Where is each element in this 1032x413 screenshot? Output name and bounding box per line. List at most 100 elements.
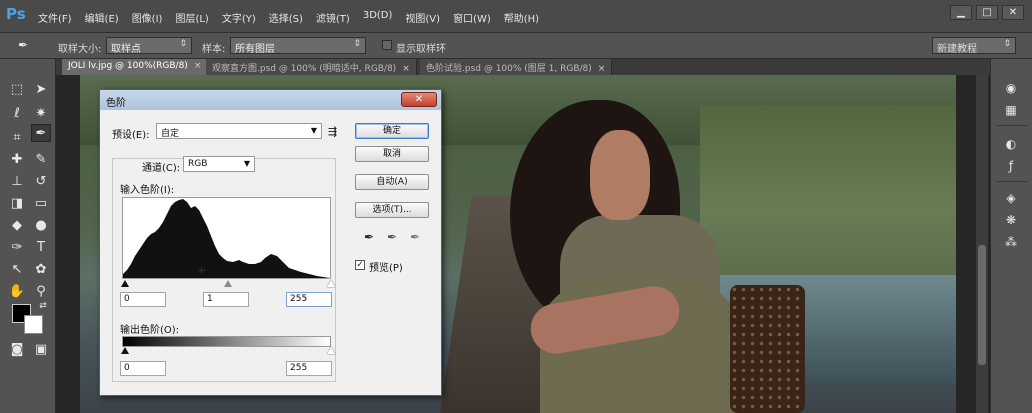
auto-button[interactable]: 自动(A) bbox=[355, 174, 429, 190]
screen-mode-icon[interactable]: ▣ bbox=[31, 341, 51, 359]
paths-icon[interactable]: ⁂ bbox=[1001, 233, 1021, 251]
menu-items: 文件(F) 编辑(E) 图像(I) 图层(L) 文字(Y) 选择(S) 滤镜(T… bbox=[38, 10, 552, 25]
gray-eyedropper-icon[interactable]: ✒ bbox=[385, 230, 399, 246]
tab-label: JOLI lv.jpg @ 100%(RGB/8) bbox=[68, 61, 188, 71]
sample-label: 样本: bbox=[202, 44, 226, 55]
sample-size-select[interactable]: 取样点 ⇕ bbox=[106, 37, 192, 55]
menu-type[interactable]: 文字(Y) bbox=[222, 10, 256, 25]
crosshair-cursor-icon: + bbox=[197, 264, 207, 277]
type-icon[interactable]: T bbox=[31, 239, 51, 257]
background-color-swatch[interactable] bbox=[24, 315, 43, 334]
lasso-icon[interactable]: ℓ bbox=[7, 105, 27, 123]
sample-select[interactable]: 所有图层 ⇕ bbox=[230, 37, 366, 55]
brush-icon[interactable]: ✎ bbox=[31, 151, 51, 169]
hand-icon[interactable]: ✋ bbox=[7, 283, 27, 301]
channel-label: 通道(C): bbox=[140, 159, 183, 174]
swap-colors-icon[interactable]: ⇄ bbox=[33, 297, 53, 315]
output-black-field[interactable]: 0 bbox=[120, 361, 166, 376]
menu-file[interactable]: 文件(F) bbox=[38, 10, 72, 25]
sample-value: 所有图层 bbox=[235, 44, 275, 55]
input-gamma-field[interactable]: 1 bbox=[203, 292, 249, 307]
move-icon[interactable]: ➤ bbox=[31, 81, 51, 99]
workspace-select[interactable]: 新建教程 ⇕ bbox=[932, 37, 1016, 55]
tab-joli[interactable]: JOLI lv.jpg @ 100%(RGB/8) × bbox=[62, 59, 209, 75]
input-white-slider[interactable] bbox=[327, 280, 335, 287]
crop-icon[interactable]: ⌗ bbox=[7, 129, 27, 147]
tab-label: 观察直方图.psd @ 100% (明暗适中, RGB/8) bbox=[212, 64, 397, 74]
tab-histogram[interactable]: 观察直方图.psd @ 100% (明暗适中, RGB/8) × bbox=[206, 59, 417, 75]
white-eyedropper-icon[interactable]: ✒ bbox=[408, 230, 422, 246]
layers-icon[interactable]: ◈ bbox=[1001, 189, 1021, 207]
swatches-icon[interactable]: ▦ bbox=[1001, 101, 1021, 119]
stamp-icon[interactable]: ⊥ bbox=[7, 173, 27, 191]
eyedropper-icon[interactable]: ✒ bbox=[31, 124, 51, 142]
dock-divider bbox=[995, 181, 1029, 182]
levels-dialog: 色阶 ✕ 预设(E): 自定 ▼ ⇶ 通道(C): RGB ▼ 输入色阶(I):… bbox=[99, 89, 442, 396]
cancel-button[interactable]: 取消 bbox=[355, 146, 429, 162]
menu-help[interactable]: 帮助(H) bbox=[504, 10, 539, 25]
preset-select[interactable]: 自定 ▼ bbox=[156, 123, 322, 139]
show-ring-checkbox[interactable] bbox=[382, 40, 392, 50]
black-eyedropper-icon[interactable]: ✒ bbox=[362, 230, 376, 246]
dodge-icon[interactable]: ● bbox=[31, 217, 51, 235]
dock-divider bbox=[995, 125, 1029, 126]
window-controls: ▁ □ ✕ bbox=[950, 5, 1024, 20]
menu-layer[interactable]: 图层(L) bbox=[175, 10, 208, 25]
close-button[interactable]: ✕ bbox=[1002, 5, 1024, 20]
styles-icon[interactable]: ƒ bbox=[1001, 157, 1021, 175]
healing-icon[interactable]: ✚ bbox=[7, 151, 27, 169]
tab-levels-test[interactable]: 色阶试验.psd @ 100% (图层 1, RGB/8) × bbox=[420, 59, 613, 75]
adjust-icon[interactable]: ◐ bbox=[1001, 135, 1021, 153]
sample-size-label: 取样大小: bbox=[58, 44, 102, 55]
path-select-icon[interactable]: ↖ bbox=[7, 261, 27, 279]
eraser-icon[interactable]: ◨ bbox=[7, 195, 27, 213]
chevron-down-icon: ⇕ bbox=[1003, 39, 1011, 49]
channels-icon[interactable]: ❋ bbox=[1001, 211, 1021, 229]
preset-menu-icon[interactable]: ⇶ bbox=[328, 125, 337, 138]
preset-label: 预设(E): bbox=[112, 130, 150, 141]
color-panel-icon[interactable]: ◉ bbox=[1001, 79, 1021, 97]
eyedropper-tool-icon[interactable]: ✒ bbox=[18, 38, 36, 54]
input-black-slider[interactable] bbox=[121, 280, 129, 287]
menu-select[interactable]: 选择(S) bbox=[269, 10, 303, 25]
shape-icon[interactable]: ✿ bbox=[31, 261, 51, 279]
quick-mask-icon[interactable]: ◙ bbox=[7, 341, 27, 359]
input-levels-label: 输入色阶(I): bbox=[120, 185, 175, 196]
menu-edit[interactable]: 编辑(E) bbox=[85, 10, 119, 25]
input-white-field[interactable]: 255 bbox=[286, 292, 332, 307]
input-black-field[interactable]: 0 bbox=[120, 292, 166, 307]
tools-panel: ⬚ ➤ ℓ ✷ ⌗ ✒ ✚ ✎ ⊥ ↺ ◨ ▭ ◆ ● ✑ T ↖ ✿ ✋ ⚲ … bbox=[0, 59, 56, 413]
scrollbar-thumb[interactable] bbox=[978, 245, 986, 365]
input-gamma-slider[interactable] bbox=[224, 280, 232, 287]
history-brush-icon[interactable]: ↺ bbox=[31, 173, 51, 191]
dialog-titlebar[interactable]: 色阶 ✕ bbox=[100, 90, 441, 110]
ok-button[interactable]: 确定 bbox=[355, 123, 429, 139]
close-icon[interactable]: × bbox=[598, 64, 606, 74]
close-icon[interactable]: × bbox=[194, 61, 202, 71]
output-white-field[interactable]: 255 bbox=[286, 361, 332, 376]
preview-checkbox[interactable]: ✓ bbox=[355, 260, 365, 270]
output-white-slider[interactable] bbox=[327, 347, 335, 354]
pen-icon[interactable]: ✑ bbox=[7, 239, 27, 257]
minimize-button[interactable]: ▁ bbox=[950, 5, 972, 20]
menu-view[interactable]: 视图(V) bbox=[405, 10, 440, 25]
menu-3d[interactable]: 3D(D) bbox=[363, 10, 393, 25]
close-icon[interactable]: × bbox=[402, 64, 410, 74]
gradient-icon[interactable]: ▭ bbox=[31, 195, 51, 213]
menu-window[interactable]: 窗口(W) bbox=[453, 10, 491, 25]
tab-label: 色阶试验.psd @ 100% (图层 1, RGB/8) bbox=[426, 64, 592, 74]
vertical-scrollbar[interactable] bbox=[976, 75, 988, 413]
magic-wand-icon[interactable]: ✷ bbox=[31, 105, 51, 123]
menu-image[interactable]: 图像(I) bbox=[132, 10, 163, 25]
channel-select[interactable]: RGB ▼ bbox=[183, 156, 255, 172]
output-black-slider[interactable] bbox=[121, 347, 129, 354]
marquee-icon[interactable]: ⬚ bbox=[7, 81, 27, 99]
maximize-button[interactable]: □ bbox=[976, 5, 998, 20]
dialog-close-button[interactable]: ✕ bbox=[401, 92, 437, 107]
menu-filter[interactable]: 滤镜(T) bbox=[316, 10, 350, 25]
photo-face bbox=[590, 130, 650, 220]
blur-icon[interactable]: ◆ bbox=[7, 217, 27, 235]
options-button[interactable]: 选项(T)... bbox=[355, 202, 429, 218]
chevron-down-icon: ▼ bbox=[310, 126, 317, 135]
menu-bar: Ps 文件(F) 编辑(E) 图像(I) 图层(L) 文字(Y) 选择(S) 滤… bbox=[0, 0, 1032, 33]
